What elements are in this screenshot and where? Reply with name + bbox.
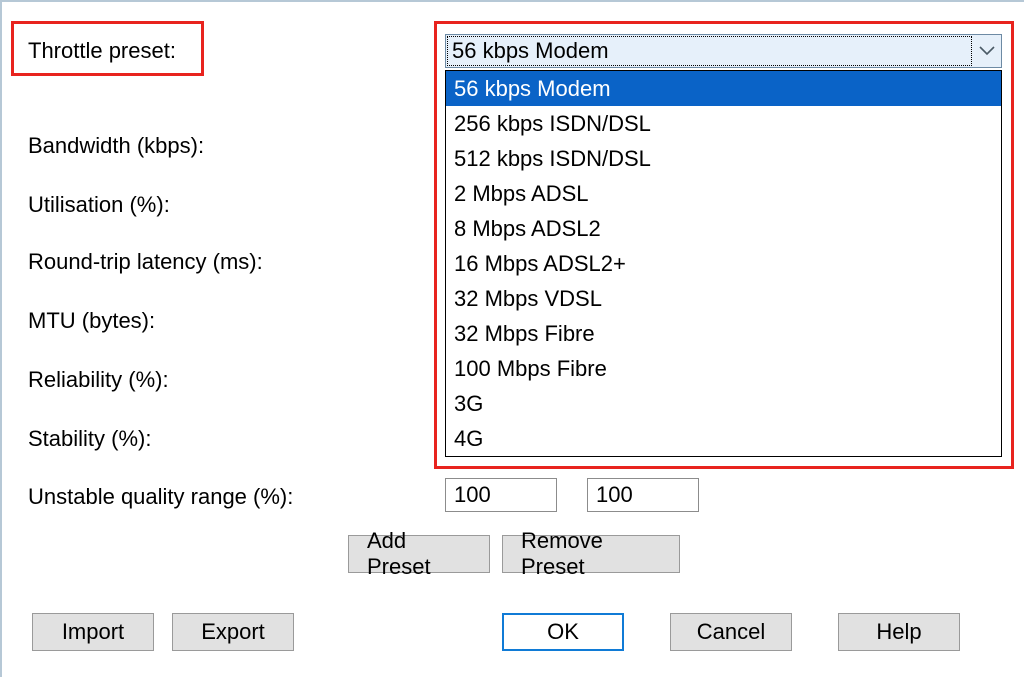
throttle-preset-combo[interactable]: 56 kbps Modem xyxy=(445,34,1002,68)
chevron-down-icon[interactable] xyxy=(973,35,1001,67)
dialog-window: Throttle preset: Bandwidth (kbps): Utili… xyxy=(0,0,1024,677)
remove-preset-button[interactable]: Remove Preset xyxy=(502,535,680,573)
dropdown-option[interactable]: 512 kbps ISDN/DSL xyxy=(446,141,1001,176)
dropdown-option[interactable]: 8 Mbps ADSL2 xyxy=(446,211,1001,246)
dropdown-option[interactable]: 256 kbps ISDN/DSL xyxy=(446,106,1001,141)
unstable-range-input-a[interactable]: 100 xyxy=(445,478,557,512)
label-mtu: MTU (bytes): xyxy=(28,308,155,334)
dropdown-option[interactable]: 56 kbps Modem xyxy=(446,71,1001,106)
label-utilisation: Utilisation (%): xyxy=(28,192,170,218)
dropdown-option[interactable]: 32 Mbps Fibre xyxy=(446,316,1001,351)
label-latency: Round-trip latency (ms): xyxy=(28,249,263,275)
ok-button[interactable]: OK xyxy=(502,613,624,651)
help-button[interactable]: Help xyxy=(838,613,960,651)
dropdown-option[interactable]: 4G xyxy=(446,421,1001,456)
label-unstable-range: Unstable quality range (%): xyxy=(28,484,293,510)
export-button[interactable]: Export xyxy=(172,613,294,651)
dropdown-option[interactable]: 32 Mbps VDSL xyxy=(446,281,1001,316)
label-stability: Stability (%): xyxy=(28,426,151,452)
label-throttle-preset: Throttle preset: xyxy=(28,38,176,64)
throttle-preset-combo-value: 56 kbps Modem xyxy=(446,35,973,67)
unstable-range-input-b[interactable]: 100 xyxy=(587,478,699,512)
add-preset-button[interactable]: Add Preset xyxy=(348,535,490,573)
label-reliability: Reliability (%): xyxy=(28,367,169,393)
dropdown-option[interactable]: 16 Mbps ADSL2+ xyxy=(446,246,1001,281)
cancel-button[interactable]: Cancel xyxy=(670,613,792,651)
label-bandwidth: Bandwidth (kbps): xyxy=(28,133,204,159)
dropdown-option[interactable]: 100 Mbps Fibre xyxy=(446,351,1001,386)
dropdown-option[interactable]: 3G xyxy=(446,386,1001,421)
import-button[interactable]: Import xyxy=(32,613,154,651)
unstable-range-row: 100 100 xyxy=(445,478,699,512)
dropdown-option[interactable]: 2 Mbps ADSL xyxy=(446,176,1001,211)
throttle-preset-dropdown[interactable]: 56 kbps Modem256 kbps ISDN/DSL512 kbps I… xyxy=(445,70,1002,457)
combo-selected-text: 56 kbps Modem xyxy=(452,38,609,64)
